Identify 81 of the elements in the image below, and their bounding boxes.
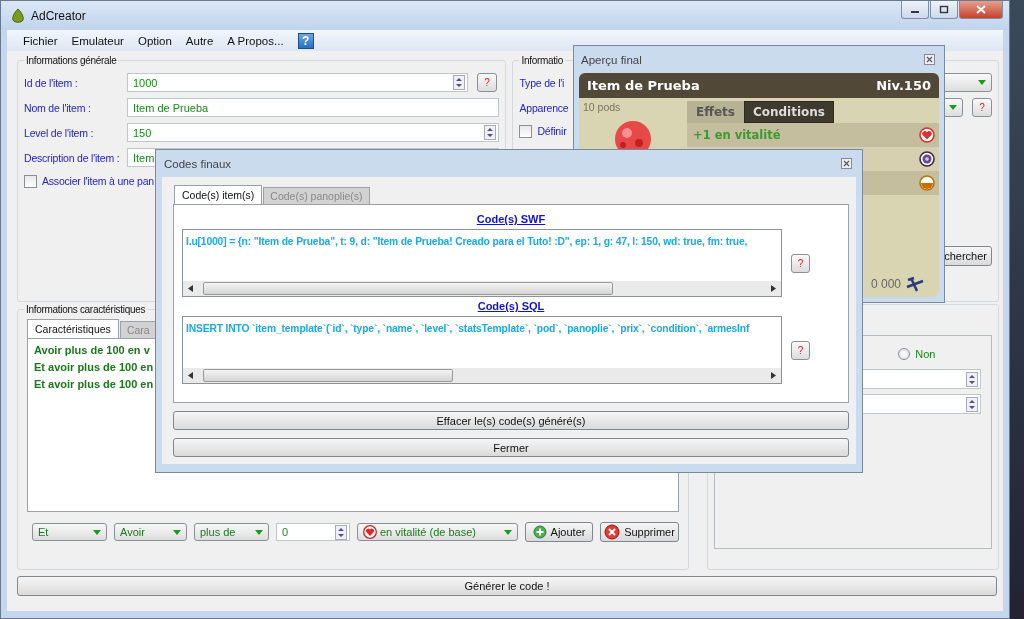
field-label: Type de l'i — [519, 76, 566, 89]
radio-label: Non — [915, 348, 936, 360]
dropdown[interactable]: Avoir — [114, 523, 187, 541]
menu-item[interactable]: A Propos... — [221, 34, 292, 47]
spin-field[interactable]: 150 — [127, 123, 500, 142]
item-weight: 10 pods — [583, 101, 621, 113]
dropdown[interactable]: Et — [32, 523, 107, 541]
tab[interactable]: Code(s) item(s) — [174, 185, 263, 204]
minimize-button[interactable] — [901, 1, 929, 19]
item-level: Niv.150 — [876, 78, 931, 93]
tab[interactable]: Conditions — [743, 101, 834, 123]
maximize-button[interactable] — [930, 1, 958, 19]
tab[interactable]: Effets — [687, 101, 744, 123]
code-area[interactable]: I.u[1000] = {n: "Item de Prueba", t: 9, d: "Item de Prueba! Creado para el Tuto! :D", ep: 1, g: 47, l: 150, wd: true, fm: true, — [182, 229, 782, 297]
group-title: Informations générale — [25, 55, 118, 66]
tab[interactable]: Cara — [119, 321, 157, 338]
help-button[interactable]: ? — [790, 253, 810, 273]
close-icon[interactable] — [924, 54, 935, 65]
swirl-icon — [919, 151, 935, 167]
field-label: Apparence — [519, 101, 570, 114]
close-button[interactable] — [959, 1, 1003, 19]
field-label: Id de l'item : — [24, 76, 79, 89]
window-title: Codes finaux — [164, 157, 232, 170]
half-circle-icon — [919, 175, 935, 191]
menu-item[interactable]: Option — [131, 34, 180, 47]
checkbox-label: Définir — [537, 125, 567, 137]
arrow-left-icon[interactable] — [188, 285, 193, 292]
checkbox[interactable] — [519, 124, 533, 138]
dialog-button[interactable]: Fermer — [173, 438, 849, 457]
heart-icon — [363, 525, 377, 539]
help-button[interactable]: ? — [297, 32, 314, 49]
spin-arrows-icon[interactable] — [335, 524, 347, 540]
spin-arrows-icon[interactable] — [966, 396, 978, 412]
generate-button[interactable]: Générer le code ! — [17, 576, 997, 596]
group-title: Informations caractéristiques — [25, 304, 147, 315]
plus-circle-icon — [532, 525, 547, 539]
menu-item[interactable]: Emulateur — [65, 34, 132, 47]
field-label: Nom de l'item : — [24, 101, 92, 114]
spin-arrows-icon[interactable] — [453, 75, 465, 90]
tab[interactable]: Code(s) panoplie(s) — [263, 187, 370, 204]
checkbox[interactable] — [24, 174, 37, 188]
help-button[interactable]: ? — [790, 340, 810, 360]
close-circle-icon — [604, 524, 621, 540]
tab[interactable]: Caractéristiques — [27, 319, 119, 338]
olive-icon — [11, 7, 25, 24]
arrow-left-icon[interactable] — [188, 372, 193, 379]
close-icon — [976, 5, 986, 14]
item-price: 0 000 — [870, 277, 901, 291]
text-field[interactable]: Item de Prueba — [127, 98, 500, 117]
window-title: AdCreator — [31, 8, 86, 23]
spin-field[interactable]: 0 — [276, 523, 350, 541]
arrow-right-icon[interactable] — [770, 372, 776, 379]
menu-item[interactable]: Fichier — [17, 34, 66, 47]
maximize-icon — [939, 5, 949, 14]
code-area[interactable]: INSERT INTO `item_template`(`id`, `type`, `name`, `level`, `statsTemplate`, `pod`, `panoplie`, `prix`, `condition`, `armesInf — [182, 316, 782, 384]
help-button[interactable]: ? — [972, 98, 992, 117]
help-button[interactable]: ? — [477, 73, 497, 92]
spin-arrows-icon[interactable] — [966, 371, 978, 387]
item-name: Item de Prueba — [587, 78, 700, 93]
delete-button[interactable]: Supprimer — [600, 522, 679, 542]
checkbox-label: Associer l'item à une pan — [42, 175, 154, 187]
section-link[interactable]: Code(s) SWF — [476, 213, 546, 225]
hammer-icon — [905, 275, 925, 293]
effect-text: +1 en vitalité — [693, 128, 781, 142]
section-link[interactable]: Code(s) SQL — [477, 300, 545, 312]
field-label: Level de l'item : — [24, 126, 95, 139]
spin-arrows-icon[interactable] — [484, 125, 497, 140]
close-icon[interactable] — [841, 158, 852, 169]
dropdown[interactable]: plus de — [194, 523, 269, 541]
scrollbar[interactable] — [183, 368, 781, 383]
field-label: Description de l'item : — [24, 151, 121, 164]
add-button[interactable]: Ajouter — [525, 522, 593, 542]
scrollbar[interactable] — [183, 281, 781, 296]
menu-item[interactable]: Autre — [179, 34, 222, 47]
arrow-right-icon[interactable] — [770, 285, 776, 292]
spin-field[interactable]: 1000 — [127, 73, 468, 92]
dialog-button[interactable]: Effacer le(s) code(s) généré(s) — [173, 411, 849, 430]
window-title: Aperçu final — [581, 53, 642, 66]
radio-button[interactable] — [898, 348, 911, 360]
group-title: Informatio — [520, 55, 564, 66]
dropdown[interactable]: en vitalité (de base) — [357, 523, 518, 541]
